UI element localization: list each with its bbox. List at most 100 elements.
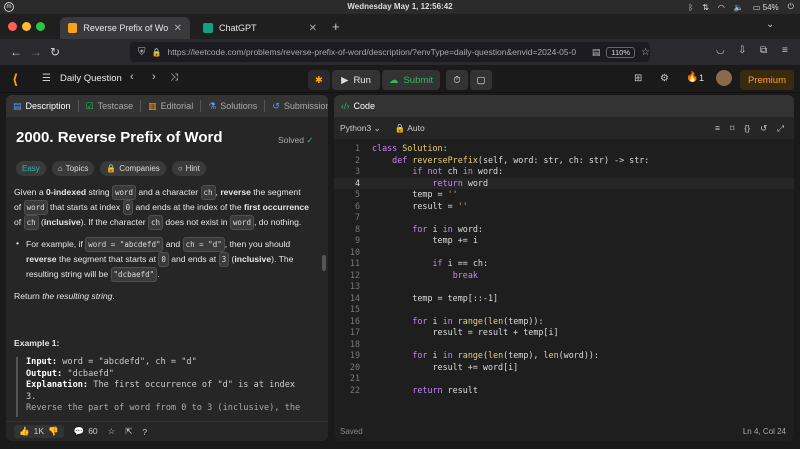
streak-fire-icon[interactable]: 🔥	[686, 72, 698, 83]
language-selector[interactable]: Python3 ⌄	[340, 123, 381, 134]
power-icon[interactable]: ⏻	[788, 2, 794, 12]
braces-icon[interactable]: {}	[744, 123, 750, 134]
leetcode-header: ⟨ ☰ Daily Question ‹ › ⤨ ✱ ▶ Run ☁ Submi…	[0, 65, 800, 93]
like-count: 1K	[33, 426, 44, 436]
new-tab-button[interactable]: +	[332, 19, 340, 34]
code-line[interactable]: 22 return result	[334, 385, 794, 397]
next-problem-chevron-right-icon[interactable]: ›	[152, 71, 156, 83]
leetcode-logo-icon[interactable]: ⟨	[12, 71, 26, 87]
code-line[interactable]: 10	[334, 247, 794, 259]
pocket-icon[interactable]: ◡	[716, 45, 725, 56]
tab-testcase[interactable]: ☑ Testcase	[79, 100, 142, 112]
problem-list-icon[interactable]: ☰	[42, 73, 51, 84]
zoom-level[interactable]: 110%	[606, 46, 636, 58]
tab-code[interactable]: ‹/› Code	[334, 100, 382, 112]
code-line[interactable]: 13	[334, 281, 794, 293]
companies-button[interactable]: 🔒 Companies	[100, 161, 166, 176]
code-line[interactable]: 16 for i in range(len(temp)):	[334, 316, 794, 328]
code-line[interactable]: 7	[334, 212, 794, 224]
comments-button[interactable]: 💬 60	[74, 426, 98, 437]
address-bar[interactable]: ⛨ 🔒 https://leetcode.com/problems/revers…	[130, 42, 650, 62]
code-line[interactable]: 17 result = result + temp[i]	[334, 327, 794, 339]
settings-gear-icon[interactable]: ⚙	[660, 73, 669, 84]
hint-button[interactable]: ○ Hint	[171, 161, 206, 176]
code-line[interactable]: 15	[334, 304, 794, 316]
panel-resize-handle[interactable]	[322, 255, 326, 271]
code-line[interactable]: 9 temp += i	[334, 235, 794, 247]
code-line[interactable]: 1 class Solution:	[334, 143, 794, 155]
tab-close-icon[interactable]: ✕	[174, 23, 182, 34]
statement-line: Given a 0-indexed string word and a char…	[14, 185, 314, 200]
notes-icon[interactable]: ▢	[470, 70, 492, 90]
layout-grid-icon[interactable]: ⊞	[634, 73, 642, 84]
tab-solutions[interactable]: ⚗ Solutions	[201, 100, 266, 112]
tab-list-chevron-down-icon[interactable]: ⌄	[766, 19, 774, 30]
format-lines-icon[interactable]: ≡	[715, 123, 720, 134]
tab-description[interactable]: ▤ Description	[6, 100, 79, 112]
code-editor[interactable]: 1 class Solution: 2 def reversePrefix(self…	[334, 143, 794, 413]
bluetooth-icon[interactable]: ᛒ	[688, 3, 693, 12]
volume-icon[interactable]: 🔈	[734, 3, 744, 12]
window-maximize-button[interactable]	[36, 22, 45, 31]
line-number: 17	[349, 327, 360, 337]
prev-problem-chevron-left-icon[interactable]: ‹	[130, 71, 134, 83]
fullscreen-icon[interactable]: ⤢	[777, 123, 784, 134]
auto-mode[interactable]: 🔒 Auto	[395, 123, 425, 134]
window-close-button[interactable]	[8, 22, 17, 31]
streak-count[interactable]: 1	[699, 73, 704, 83]
debug-bug-icon[interactable]: ✱	[308, 70, 330, 90]
share-icon[interactable]: ⇱	[125, 426, 132, 437]
back-arrow-icon[interactable]: ←	[10, 45, 22, 59]
code-line[interactable]: 20 result += word[i]	[334, 362, 794, 374]
code-line[interactable]: 5 temp = ''	[334, 189, 794, 201]
reset-icon[interactable]: ↺	[760, 123, 767, 134]
code-line[interactable]: 6 result = ''	[334, 201, 794, 213]
run-button[interactable]: ▶ Run	[332, 70, 380, 90]
code-line[interactable]: 11 if i == ch:	[334, 258, 794, 270]
example-output: Output: "dcbaefd"	[26, 368, 114, 379]
code-text: temp += i	[372, 235, 478, 245]
shield-icon[interactable]: ⛨	[138, 47, 146, 58]
reload-icon[interactable]: ↻	[50, 45, 60, 59]
premium-button[interactable]: Premium	[740, 70, 794, 90]
url-text[interactable]: https://leetcode.com/problems/reverse-pr…	[167, 47, 585, 57]
code-line[interactable]: 14 temp = temp[::-1]	[334, 293, 794, 305]
code-line[interactable]: 4 return word	[334, 177, 794, 189]
code-line[interactable]: 8 for i in word:	[334, 224, 794, 236]
forward-arrow-icon[interactable]: →	[30, 45, 42, 59]
tab-close-icon[interactable]: ✕	[309, 23, 317, 34]
code-line[interactable]: 19 for i in range(len(temp), len(word)):	[334, 350, 794, 362]
random-shuffle-icon[interactable]: ⤨	[170, 72, 178, 83]
window-minimize-button[interactable]	[22, 22, 31, 31]
help-question-icon[interactable]: ?	[142, 427, 147, 437]
topics-button[interactable]: ⌂ Topics	[51, 161, 95, 176]
code-line[interactable]: 18	[334, 339, 794, 351]
daily-question-label[interactable]: Daily Question	[60, 73, 122, 84]
tab-editorial[interactable]: ▥ Editorial	[141, 100, 202, 112]
tab-label: Code	[353, 101, 376, 111]
wifi-icon[interactable]: ◠	[718, 3, 725, 12]
submit-button[interactable]: ☁ Submit	[382, 70, 440, 90]
battery-indicator[interactable]: ▭ 54%	[753, 3, 779, 12]
browser-tab-chatgpt[interactable]: ChatGPT ✕	[195, 17, 325, 39]
favorite-star-icon[interactable]: ☆	[108, 426, 116, 437]
download-icon[interactable]: ⇩	[738, 45, 746, 56]
lock-icon[interactable]: 🔒	[152, 48, 162, 57]
menu-hamburger-icon[interactable]: ≡	[782, 45, 788, 56]
code-line[interactable]: 3 if not ch in word:	[334, 166, 794, 178]
network-icon[interactable]: ⇅	[702, 3, 709, 12]
tab-submissions[interactable]: ↺Submissions	[265, 100, 328, 112]
cloud-upload-icon: ☁	[388, 74, 399, 86]
code-line[interactable]: 2 def reversePrefix(self, word: str, ch:…	[334, 155, 794, 167]
extensions-icon[interactable]: ⧉	[760, 45, 767, 56]
reader-view-icon[interactable]: ▤	[592, 47, 601, 58]
os-clock[interactable]: Wednesday May 1, 12:56:42	[0, 2, 800, 11]
code-line[interactable]: 21	[334, 373, 794, 385]
like-button[interactable]: 👍 1K 👎	[14, 425, 64, 438]
bookmark-icon[interactable]: ⌑	[730, 123, 734, 134]
bookmark-star-icon[interactable]: ☆	[641, 47, 650, 58]
timer-icon[interactable]: ⏱	[446, 70, 468, 90]
user-avatar[interactable]	[716, 70, 732, 86]
browser-tab-leetcode[interactable]: Reverse Prefix of Word - Le ✕	[60, 17, 190, 39]
code-line[interactable]: 12 break	[334, 270, 794, 282]
